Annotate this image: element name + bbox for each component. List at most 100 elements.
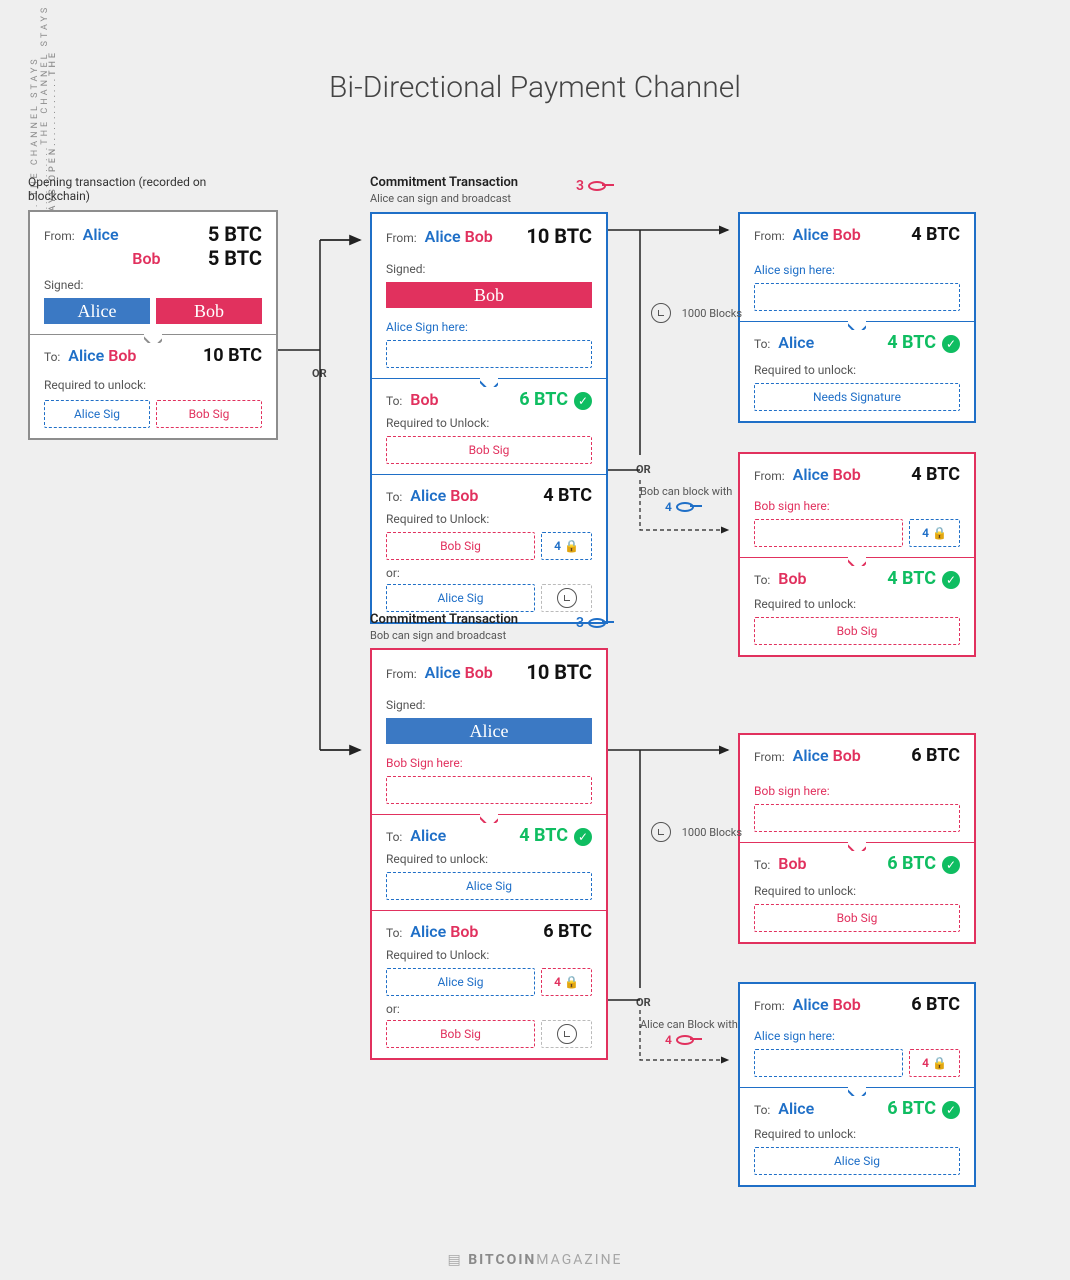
open-bob-amt: 5 BTC xyxy=(208,246,262,270)
r3-sign-slot xyxy=(754,804,960,832)
brand-footer: ▤ BITCOINMAGAZINE xyxy=(0,1252,1070,1268)
r1-bob: Bob xyxy=(833,225,861,244)
r2-bob-sig: Bob Sig xyxy=(754,617,960,645)
r2-amt: 4 BTC xyxy=(911,464,960,485)
bc-total: 10 BTC xyxy=(526,660,592,684)
ac-to-bob2: Bob xyxy=(450,486,478,505)
clock-icon xyxy=(557,1024,577,1044)
page-title: Bi-Directional Payment Channel xyxy=(0,70,1070,105)
bob-block-label: Bob can block with xyxy=(640,485,732,498)
open-alice-sig-slot: Alice Sig xyxy=(44,400,150,428)
r4-amt: 6 BTC xyxy=(911,994,960,1015)
ac-clock-slot xyxy=(541,584,592,612)
bc-from: From: xyxy=(386,667,417,681)
key-badge-blue-3: 3 xyxy=(576,615,606,631)
ac-shared-out: 4 BTC xyxy=(543,485,592,506)
or-label-r2: OR xyxy=(636,996,651,1009)
ac-total: 10 BTC xyxy=(526,224,592,248)
check-icon: ✓ xyxy=(942,335,960,353)
or-label-left: OR xyxy=(312,367,327,380)
r1-sign-slot xyxy=(754,283,960,311)
ac-alice-sig-slot: Alice Sig xyxy=(386,584,535,612)
from-alice: Alice xyxy=(83,225,119,244)
r3-sign-here: Bob sign here: xyxy=(754,784,960,798)
bc-shared-out: 6 BTC xyxy=(543,921,592,942)
bc-alice-sig-slot: Alice Sig xyxy=(386,872,592,900)
clock-icon xyxy=(651,303,671,323)
bc-req1: Required to unlock: xyxy=(386,852,592,866)
bc-or: or: xyxy=(386,1002,592,1016)
r2-lock4: 4 🔒 xyxy=(909,519,960,547)
check-icon: ✓ xyxy=(574,392,592,410)
or-label-r1: OR xyxy=(636,463,651,476)
clock-icon xyxy=(557,588,577,608)
r4-from: From: xyxy=(754,999,785,1013)
r2-to: To: xyxy=(754,573,770,587)
bc-lock4-red: 4 🔒 xyxy=(541,968,592,996)
to-bob: Bob xyxy=(108,346,136,365)
r4-sign-here: Alice sign here: xyxy=(754,1029,960,1043)
r4-out: 6 BTC xyxy=(887,1098,936,1119)
bc-bob-sign-here: Bob Sign here: xyxy=(386,756,592,770)
bc-clock-slot xyxy=(541,1020,592,1048)
r3-from: From: xyxy=(754,750,785,764)
ac-bob-sig: Bob xyxy=(386,282,592,308)
r3-req: Required to unlock: xyxy=(754,884,960,898)
r2-sign-here: Bob sign here: xyxy=(754,499,960,513)
ac-req2: Required to Unlock: xyxy=(386,512,592,526)
opening-tx-label: Opening transaction (recorded on blockch… xyxy=(28,175,258,203)
bc-to-bob2: Bob xyxy=(450,922,478,941)
ac-or: or: xyxy=(386,566,592,580)
check-icon: ✓ xyxy=(942,856,960,874)
r1-amt: 4 BTC xyxy=(911,224,960,245)
clock-icon xyxy=(651,822,671,842)
r3-bob-sig: Bob Sig xyxy=(754,904,960,932)
bc-signed: Signed: xyxy=(386,698,592,712)
key-badge-blue-4: 4 xyxy=(665,500,694,514)
ac-signed: Signed: xyxy=(386,262,592,276)
r4-to-alice: Alice xyxy=(778,1099,814,1118)
ac-bob-sig-slot2: Bob Sig xyxy=(386,532,535,560)
to-alice: Alice xyxy=(68,346,104,365)
bc-alice-sig-slot2: Alice Sig xyxy=(386,968,535,996)
r4-sign-slot xyxy=(754,1049,903,1077)
r4-lock4: 4 🔒 xyxy=(909,1049,960,1077)
blocks-bot: 1000 Blocks xyxy=(651,822,742,842)
r1-alice: Alice xyxy=(793,225,829,244)
bc-alice: Alice xyxy=(425,663,461,682)
r3-amt: 6 BTC xyxy=(911,745,960,766)
open-total: 10 BTC xyxy=(203,345,262,366)
bc-bob-sig-slot: Bob Sig xyxy=(386,1020,535,1048)
bc-to-alice: Alice xyxy=(410,826,446,845)
r4-alice-sig: Alice Sig xyxy=(754,1147,960,1175)
ac-bob-out: 6 BTC xyxy=(519,389,568,410)
r2-sign-slot xyxy=(754,519,903,547)
r3-bob: Bob xyxy=(833,746,861,765)
r3-alice: Alice xyxy=(793,746,829,765)
open-bob-sig-slot: Bob Sig xyxy=(156,400,262,428)
r4-bob: Bob xyxy=(833,995,861,1014)
bob-commit-title: Commitment Transaction xyxy=(370,612,518,627)
bc-bob-sign-slot xyxy=(386,776,592,804)
r4-alice: Alice xyxy=(793,995,829,1014)
bc-bob: Bob xyxy=(465,663,493,682)
r2-from: From: xyxy=(754,469,785,483)
key-badge-red-3: 3 xyxy=(576,178,606,194)
from-bob: Bob xyxy=(132,249,160,268)
r3-to: To: xyxy=(754,858,770,872)
ac-alice-sign-here: Alice Sign here: xyxy=(386,320,592,334)
bc-to-alice2: Alice xyxy=(410,922,446,941)
alice-commit-sub: Alice can sign and broadcast xyxy=(370,192,511,205)
r2-to-bob: Bob xyxy=(778,569,806,588)
check-icon: ✓ xyxy=(942,571,960,589)
r1-to-alice: Alice xyxy=(778,333,814,352)
ac-to1: To: xyxy=(386,394,402,408)
r2-bob: Bob xyxy=(833,465,861,484)
check-icon: ✓ xyxy=(574,828,592,846)
bc-req2: Required to Unlock: xyxy=(386,948,592,962)
r4-req: Required to unlock: xyxy=(754,1127,960,1141)
bob-commit-sub: Bob can sign and broadcast xyxy=(370,629,506,642)
bc-alice-sig: Alice xyxy=(386,718,592,744)
open-alice-sig: Alice xyxy=(44,298,150,324)
r1-from: From: xyxy=(754,229,785,243)
